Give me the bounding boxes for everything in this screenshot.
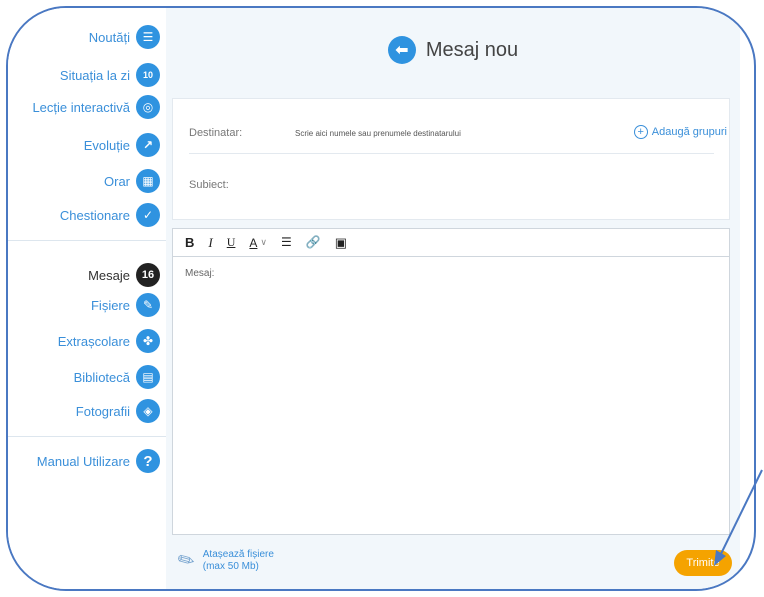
card-divider [189, 153, 714, 154]
link-icon[interactable]: 🔗 [306, 235, 321, 250]
sidebar-item-label: Orar [104, 173, 130, 189]
sidebar-item-label: Lecție interactivă [32, 99, 130, 115]
help-icon: ? [136, 449, 160, 473]
sidebar-item-evolutie[interactable]: Evoluție ↗ [84, 132, 160, 158]
attach-line1: Atașează fișiere [202, 548, 274, 560]
message-editor: B I U A ∨ ☰ 🔗 ▣ [172, 228, 730, 535]
italic-button[interactable]: I [208, 235, 212, 251]
message-textarea[interactable] [173, 258, 729, 534]
paperclip-icon: ✎ [136, 293, 160, 317]
app-frame: Noutăți ☰ Situația la zi 10 Lecție inter… [6, 6, 756, 591]
sidebar-item-label: Bibliotecă [73, 369, 130, 385]
title-row: ⬅ Mesaj nou [166, 36, 740, 64]
sidebar-item-chestionare[interactable]: Chestionare ✓ [60, 202, 160, 228]
sidebar-divider [8, 240, 168, 241]
sidebar-item-label: Extrașcolare [57, 333, 130, 349]
sidebar-item-orar[interactable]: Orar ▦ [104, 168, 160, 194]
photos-icon: ◈ [136, 399, 160, 423]
sidebar: Noutăți ☰ Situația la zi 10 Lecție inter… [8, 8, 168, 589]
plus-circle-icon: + [633, 125, 648, 139]
underline-button[interactable]: U [227, 235, 236, 250]
sidebar-item-biblioteca[interactable]: Bibliotecă ▤ [74, 364, 160, 390]
sidebar-item-label: Situația la zi [59, 67, 130, 83]
page-title: Mesaj nou [425, 38, 519, 61]
grades-icon: 10 [136, 63, 160, 87]
sidebar-item-label: Noutăți [88, 29, 130, 45]
text-color-icon: A [249, 235, 258, 250]
sidebar-item-label: Fișiere [90, 297, 130, 313]
paperclip-icon: ✎ [173, 547, 200, 575]
bold-button[interactable]: B [185, 235, 194, 250]
compose-panel: ⬅ Mesaj nou Destinatar: + Adaugă grupuri… [166, 8, 740, 589]
attach-label: Atașează fișiere (max 50 Mb) [203, 549, 274, 573]
image-icon[interactable]: ▣ [335, 235, 347, 251]
add-groups-label: Adaugă grupuri [651, 126, 727, 138]
recipient-label: Destinatar: [189, 127, 243, 139]
sidebar-item-label: Mesaje [88, 267, 130, 283]
sidebar-item-situatia[interactable]: Situația la zi 10 [60, 62, 160, 88]
messages-count-badge: 16 [136, 263, 160, 287]
send-button[interactable]: Trimite [674, 550, 732, 576]
subject-input[interactable] [241, 177, 701, 193]
add-groups-button[interactable]: + Adaugă grupuri [633, 125, 727, 139]
bullet-list-icon[interactable]: ☰ [281, 235, 292, 250]
library-icon: ▤ [136, 365, 160, 389]
trend-icon: ↗ [136, 133, 160, 157]
activities-icon: ✤ [136, 329, 160, 353]
text-color-button[interactable]: A ∨ [249, 236, 267, 250]
sidebar-item-fotografii[interactable]: Fotografii ◈ [76, 398, 160, 424]
subject-label: Subiect: [189, 179, 229, 191]
webcam-icon: ◎ [136, 95, 160, 119]
news-icon: ☰ [136, 25, 160, 49]
recipient-card: Destinatar: + Adaugă grupuri Subiect: [172, 98, 730, 220]
sidebar-item-manual[interactable]: Manual Utilizare ? [37, 448, 160, 474]
attach-files-button[interactable]: ✎ Atașează fișiere (max 50 Mb) [174, 547, 274, 574]
sidebar-item-fisiere[interactable]: Fișiere ✎ [91, 292, 160, 318]
editor-toolbar: B I U A ∨ ☰ 🔗 ▣ [173, 229, 729, 257]
sidebar-divider [8, 436, 168, 437]
sidebar-item-label: Evoluție [83, 137, 130, 153]
sidebar-item-label: Chestionare [59, 207, 130, 223]
sidebar-item-extrascolare[interactable]: Extrașcolare ✤ [58, 328, 160, 354]
back-arrow-icon[interactable]: ⬅ [387, 36, 416, 64]
sidebar-item-mesaje[interactable]: Mesaje 16 [88, 262, 160, 288]
sidebar-item-lectie[interactable]: Lecție interactivă ◎ [32, 94, 160, 120]
quiz-icon: ✓ [136, 203, 160, 227]
sidebar-item-label: Fotografii [75, 403, 130, 419]
recipient-input[interactable] [295, 125, 595, 141]
calendar-icon: ▦ [136, 169, 160, 193]
chevron-down-icon: ∨ [260, 237, 268, 247]
sidebar-item-label: Manual Utilizare [36, 453, 130, 469]
attach-line2: (max 50 Mb) [202, 560, 259, 572]
sidebar-item-noutati[interactable]: Noutăți ☰ [89, 24, 160, 50]
